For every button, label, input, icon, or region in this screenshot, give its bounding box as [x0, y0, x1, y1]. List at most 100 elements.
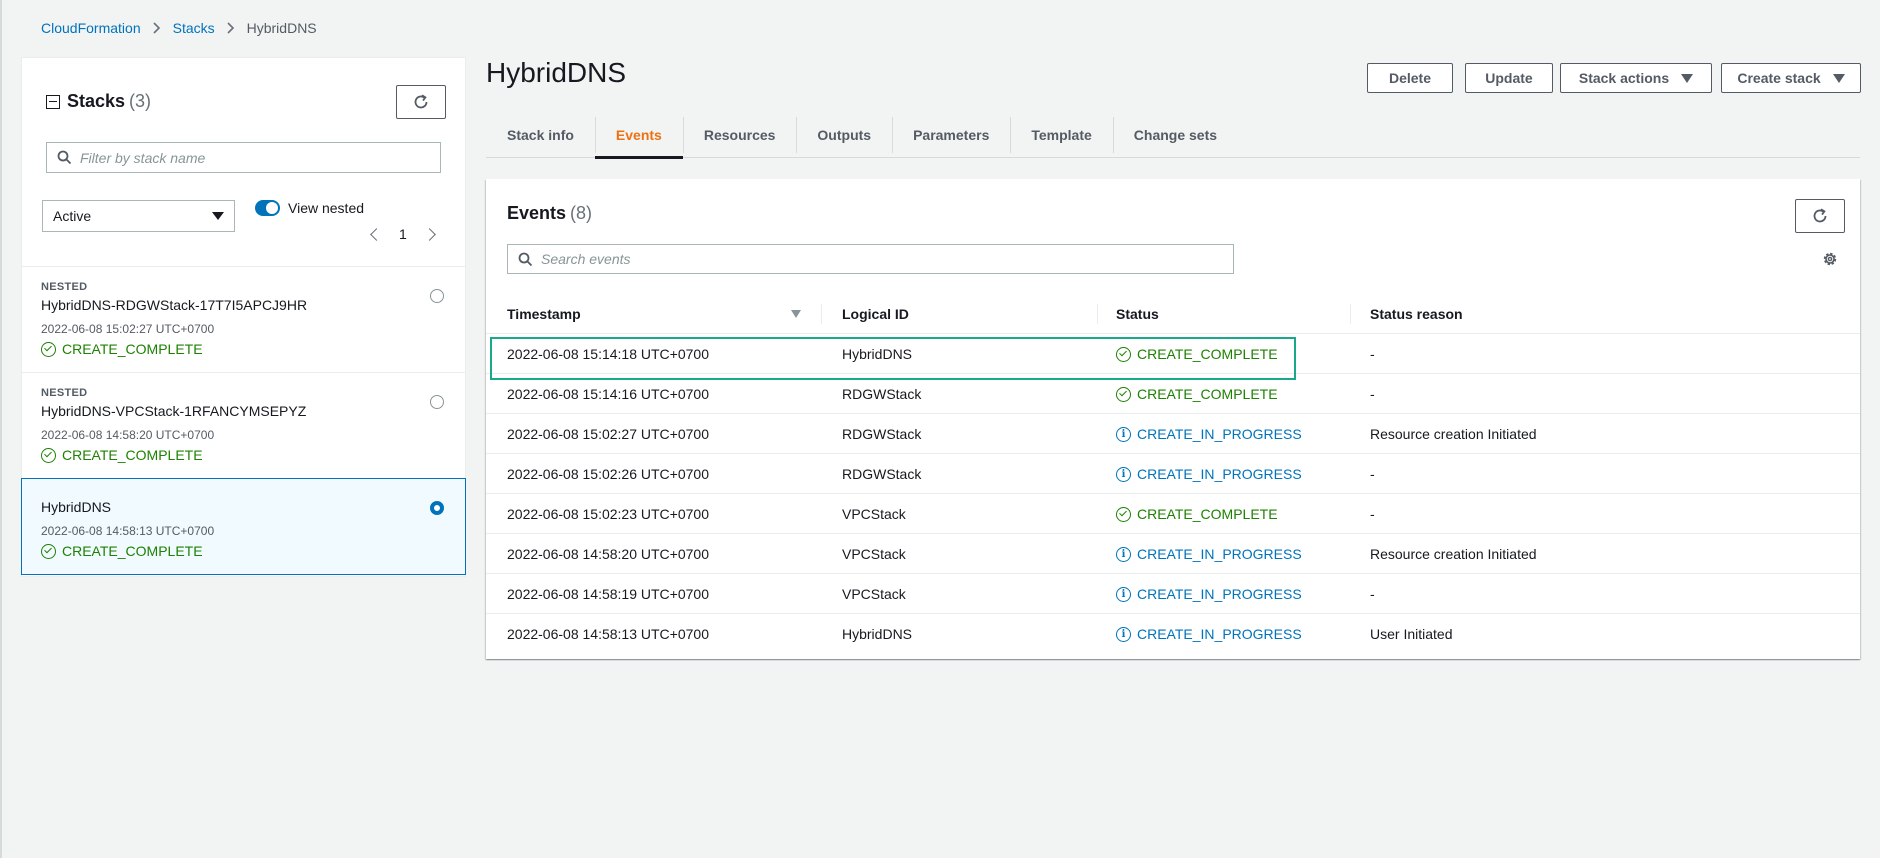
collapse-icon[interactable]: [46, 94, 60, 109]
cell-status: CREATE_COMPLETE: [1116, 334, 1278, 374]
check-circle-icon: [41, 447, 56, 463]
chevron-right-icon: [227, 22, 235, 34]
delete-button[interactable]: Delete: [1367, 63, 1453, 93]
cell-status-reason: User Initiated: [1370, 626, 1453, 642]
search-icon: [518, 252, 533, 266]
chevron-left-icon[interactable]: [370, 227, 383, 241]
refresh-events-button[interactable]: [1795, 199, 1845, 233]
stack-list-item[interactable]: NESTED HybridDNS-VPCStack-1RFANCYMSEPYZ …: [22, 372, 465, 478]
tab-outputs[interactable]: Outputs: [796, 113, 892, 157]
cell-status-reason: -: [1370, 466, 1375, 482]
stack-date: 2022-06-08 14:58:20 UTC+0700: [41, 428, 215, 442]
events-panel: Events (8) Search events Timestamp Logic…: [486, 179, 1860, 659]
stack-actions-button[interactable]: Stack actions: [1560, 63, 1712, 93]
update-button[interactable]: Update: [1465, 63, 1553, 93]
breadcrumb: CloudFormation Stacks HybridDNS: [41, 20, 317, 36]
table-row[interactable]: 2022-06-08 15:02:26 UTC+0700 RDGWStack i CR…: [486, 454, 1860, 494]
breadcrumb-current: HybridDNS: [246, 20, 317, 36]
refresh-stacks-button[interactable]: [396, 85, 446, 119]
pagination: 1: [370, 226, 436, 242]
cell-timestamp: 2022-06-08 15:02:23 UTC+0700: [507, 506, 709, 522]
tab-stack-info[interactable]: Stack info: [486, 113, 595, 157]
filter-placeholder: Filter by stack name: [80, 149, 206, 166]
caret-down-icon: [1681, 73, 1694, 83]
col-status-reason[interactable]: Status reason: [1370, 294, 1463, 334]
check-circle-icon: [1116, 386, 1131, 402]
stack-radio[interactable]: [430, 395, 444, 409]
stack-name: HybridDNS-VPCStack-1RFANCYMSEPYZ: [41, 403, 307, 419]
check-circle-icon: [41, 543, 56, 559]
cell-logical-id: VPCStack: [842, 546, 906, 562]
cell-status: i CREATE_IN_PROGRESS: [1116, 574, 1302, 614]
stack-status: CREATE_COMPLETE: [41, 543, 203, 559]
tab-change-sets[interactable]: Change sets: [1112, 113, 1238, 157]
check-circle-icon: [1116, 346, 1131, 362]
col-logical-id[interactable]: Logical ID: [842, 294, 909, 334]
cell-status-reason: Resource creation Initiated: [1370, 546, 1537, 562]
stack-list-item-selected[interactable]: HybridDNS 2022-06-08 14:58:13 UTC+0700 C…: [21, 478, 466, 575]
cell-logical-id: RDGWStack: [842, 386, 922, 402]
chevron-right-icon: [153, 22, 161, 34]
breadcrumb-stacks[interactable]: Stacks: [173, 20, 215, 36]
window-edge: [0, 0, 2, 858]
table-row[interactable]: 2022-06-08 14:58:13 UTC+0700 HybridDNS i CR…: [486, 614, 1860, 654]
events-table: Timestamp Logical ID Status Status reaso…: [486, 294, 1860, 654]
table-row[interactable]: 2022-06-08 15:14:18 UTC+0700 HybridDNS CRE…: [486, 334, 1860, 374]
search-placeholder: Search events: [541, 251, 631, 267]
page-number[interactable]: 1: [399, 226, 407, 242]
info-circle-icon: i: [1116, 426, 1131, 442]
table-row[interactable]: 2022-06-08 14:58:20 UTC+0700 VPCStack i CRE…: [486, 534, 1860, 574]
tab-resources[interactable]: Resources: [682, 113, 797, 157]
cell-timestamp: 2022-06-08 15:02:26 UTC+0700: [507, 466, 709, 482]
nested-label: NESTED: [41, 281, 88, 293]
tab-template[interactable]: Template: [1010, 113, 1112, 157]
col-timestamp[interactable]: Timestamp: [507, 294, 581, 334]
create-stack-button[interactable]: Create stack: [1721, 63, 1861, 93]
cell-status: i CREATE_IN_PROGRESS: [1116, 454, 1302, 494]
check-circle-icon: [41, 341, 56, 357]
toggle-switch[interactable]: [255, 200, 280, 216]
status-filter-select[interactable]: Active: [42, 200, 235, 232]
table-row[interactable]: 2022-06-08 15:14:16 UTC+0700 RDGWStack CRE…: [486, 374, 1860, 414]
caret-down-icon: [212, 212, 224, 220]
table-row[interactable]: 2022-06-08 15:02:23 UTC+0700 VPCStack CREA…: [486, 494, 1860, 534]
cell-logical-id: VPCStack: [842, 506, 906, 522]
view-nested-label: View nested: [288, 200, 365, 216]
cell-timestamp: 2022-06-08 14:58:20 UTC+0700: [507, 546, 709, 562]
stack-status: CREATE_COMPLETE: [41, 341, 203, 357]
events-header: Events (8): [507, 203, 592, 224]
page-title: HybridDNS: [486, 57, 627, 88]
chevron-right-icon[interactable]: [422, 227, 436, 241]
stack-radio-checked[interactable]: [430, 501, 444, 515]
cell-logical-id: RDGWStack: [842, 426, 922, 442]
info-circle-icon: i: [1116, 586, 1131, 602]
stacks-panel: Stacks (3) Filter by stack name Active V…: [21, 57, 466, 577]
breadcrumb-cloudformation[interactable]: CloudFormation: [41, 20, 141, 36]
cell-status: CREATE_COMPLETE: [1116, 494, 1278, 534]
gear-icon[interactable]: [1821, 250, 1839, 268]
cell-logical-id: HybridDNS: [842, 346, 913, 362]
table-row[interactable]: 2022-06-08 14:58:19 UTC+0700 VPCStack i CRE…: [486, 574, 1860, 614]
cell-status-reason: Resource creation Initiated: [1370, 426, 1537, 442]
sort-desc-icon[interactable]: [791, 310, 801, 318]
stacks-title: Stacks: [67, 91, 126, 111]
tab-parameters[interactable]: Parameters: [892, 113, 1010, 157]
status-filter-value: Active: [53, 208, 92, 224]
view-nested-toggle[interactable]: View nested: [255, 200, 364, 216]
cell-timestamp: 2022-06-08 14:58:19 UTC+0700: [507, 586, 709, 602]
tab-events[interactable]: Events: [594, 113, 683, 159]
search-icon: [57, 150, 72, 165]
info-circle-icon: i: [1116, 546, 1131, 562]
cell-status-reason: -: [1370, 346, 1375, 362]
filter-stack-input[interactable]: Filter by stack name: [46, 142, 441, 173]
cell-timestamp: 2022-06-08 15:02:27 UTC+0700: [507, 426, 709, 442]
stacks-header: Stacks (3): [46, 91, 151, 112]
refresh-icon: [1813, 208, 1827, 223]
search-events-input[interactable]: Search events: [507, 244, 1234, 274]
stack-date: 2022-06-08 15:02:27 UTC+0700: [41, 322, 215, 336]
stack-tabs: Stack info Events Resources Outputs Para…: [486, 113, 1860, 159]
table-row[interactable]: 2022-06-08 15:02:27 UTC+0700 RDGWStack i CR…: [486, 414, 1860, 454]
col-status[interactable]: Status: [1116, 294, 1159, 334]
stack-radio[interactable]: [430, 289, 444, 303]
stack-list-item[interactable]: NESTED HybridDNS-RDGWStack-17T7I5APCJ9HR…: [22, 266, 465, 372]
